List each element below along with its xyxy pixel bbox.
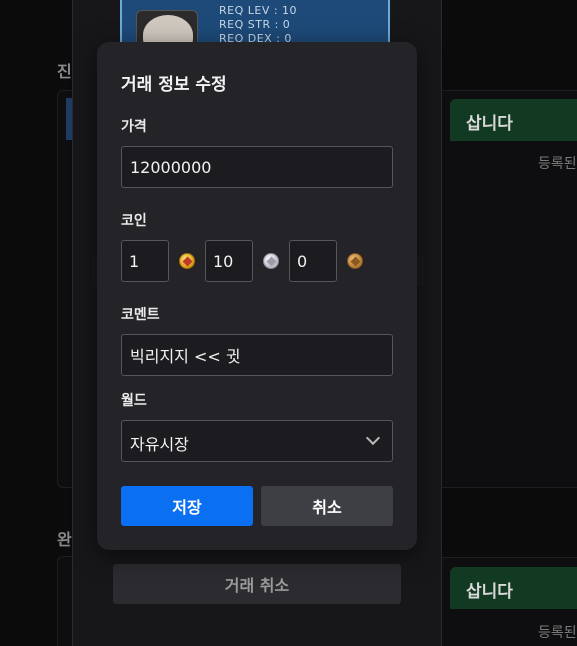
price-label: 가격	[121, 119, 147, 135]
cancel-button[interactable]: 취소	[261, 486, 393, 526]
item-stats: REQ LEV : 10 REQ STR : 0 REQ DEX : 0	[219, 4, 297, 46]
world-select[interactable]: 자유시장	[121, 420, 393, 462]
item-stat: REQ LEV : 10	[219, 4, 298, 17]
world-select-value: 자유시장	[130, 435, 189, 454]
price-input[interactable]	[121, 146, 393, 188]
buy-header-bottom: 삽니다	[450, 567, 577, 609]
coin-label: 코인	[121, 213, 147, 229]
edit-trade-dialog: 거래 정보 수정 가격 코인 코멘트 월드 자유시장 저장 취소	[97, 42, 417, 550]
save-button[interactable]: 저장	[121, 486, 253, 526]
gold-coin-input[interactable]	[121, 240, 169, 282]
bronze-maple-coin-icon	[347, 253, 363, 269]
section-label-bottom: 완	[57, 530, 72, 549]
empty-text-bottom: 등록된	[538, 625, 577, 641]
empty-text-top: 등록된	[538, 156, 577, 172]
gold-maple-coin-icon	[179, 253, 195, 269]
modal-side-tab-right	[416, 256, 424, 286]
buy-list-panel	[441, 90, 577, 488]
comment-input[interactable]	[121, 334, 393, 376]
world-label: 월드	[121, 393, 147, 409]
chevron-down-icon	[365, 430, 381, 446]
section-label-top: 진	[57, 62, 72, 81]
silver-coin-input[interactable]	[205, 240, 253, 282]
dialog-title: 거래 정보 수정	[121, 75, 227, 95]
buy-header-top: 삽니다	[450, 99, 577, 141]
silver-maple-coin-icon	[263, 253, 279, 269]
comment-label: 코멘트	[121, 307, 160, 323]
item-stat: REQ STR : 0	[219, 18, 291, 31]
cancel-trade-button[interactable]: 거래 취소	[113, 564, 401, 604]
bronze-coin-input[interactable]	[289, 240, 337, 282]
